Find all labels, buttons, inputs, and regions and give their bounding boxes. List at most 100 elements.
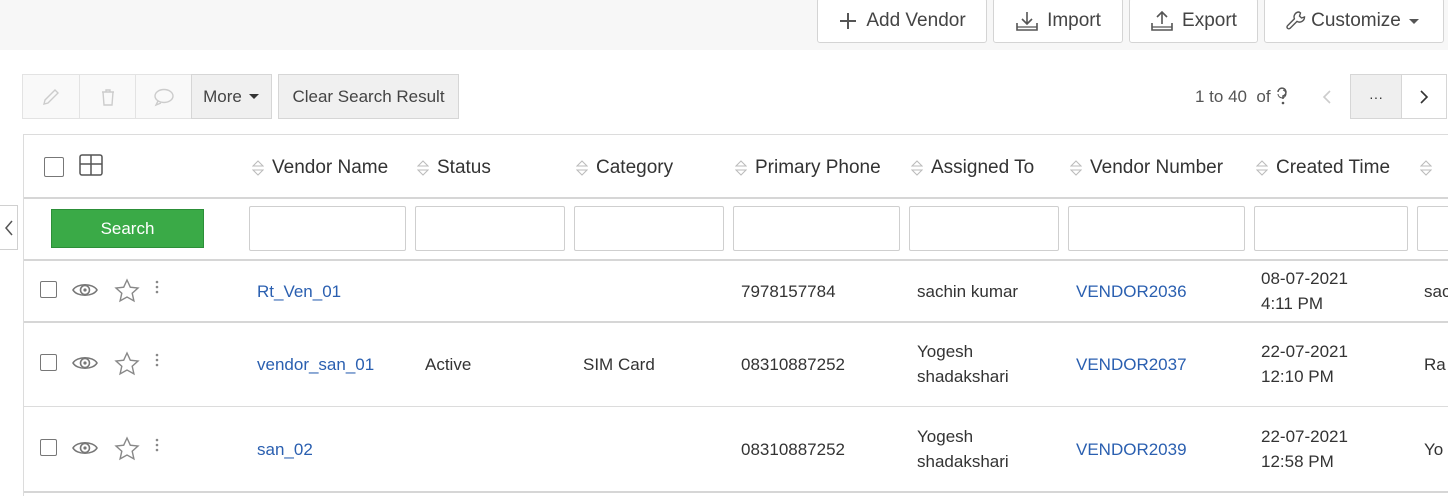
filter-vendor-name-input[interactable] (249, 206, 406, 251)
select-all-checkbox[interactable] (44, 157, 64, 177)
clear-search-result-button[interactable]: Clear Search Result (278, 74, 459, 119)
sort-icon (1256, 160, 1268, 176)
customize-button[interactable]: Customize (1264, 0, 1444, 43)
sort-icon (1070, 160, 1082, 176)
eye-icon[interactable] (71, 437, 99, 459)
star-icon[interactable] (114, 351, 140, 377)
row-checkbox[interactable] (40, 439, 57, 456)
vendor-name-link[interactable]: vendor_san_01 (257, 352, 374, 377)
phone-cell: 08310887252 (741, 355, 846, 374)
sort-icon (1420, 160, 1432, 176)
column-header-category[interactable]: Category (576, 153, 673, 183)
column-header-primary-phone[interactable]: Primary Phone (735, 153, 881, 183)
import-icon (1016, 11, 1038, 31)
pagination-text: 1 to 40 of (1195, 86, 1289, 107)
eye-icon[interactable] (71, 352, 99, 374)
more-button[interactable]: More (191, 74, 272, 119)
created-date-cell: 22-07-2021 (1261, 342, 1348, 361)
export-label: Export (1182, 9, 1237, 31)
vendor-number-link[interactable]: VENDOR2037 (1076, 352, 1187, 377)
next-page-button[interactable] (1401, 74, 1447, 119)
chevron-left-icon (4, 220, 13, 235)
add-vendor-button[interactable]: Add Vendor (817, 0, 987, 43)
clear-search-label: Clear Search Result (292, 86, 445, 106)
column-header-vendor-number[interactable]: Vendor Number (1070, 153, 1223, 183)
trash-icon (101, 88, 114, 106)
eye-icon[interactable] (71, 279, 99, 301)
comment-icon (153, 88, 174, 106)
column-header-vendor-name[interactable]: Vendor Name (252, 153, 388, 183)
column-layout-icon[interactable] (79, 154, 103, 176)
export-icon (1151, 10, 1173, 31)
sort-icon (252, 160, 264, 176)
more-options-icon[interactable] (153, 280, 161, 296)
chevron-right-icon (1420, 89, 1429, 104)
top-bar: Add Vendor Import Export Customize (0, 0, 1448, 50)
chevron-left-icon (1322, 89, 1331, 104)
edit-button[interactable] (22, 74, 80, 119)
sort-icon (576, 160, 588, 176)
delete-button[interactable] (79, 74, 136, 119)
record-count-icon[interactable] (1275, 86, 1289, 106)
pagination-more-label: ··· (1369, 88, 1383, 105)
column-header-status[interactable]: Status (417, 153, 491, 183)
extra-cell: Ra (1424, 355, 1446, 374)
vendor-number-link[interactable]: VENDOR2039 (1076, 437, 1187, 462)
pencil-icon (43, 88, 59, 105)
import-label: Import (1047, 9, 1101, 31)
wrench-icon (1286, 10, 1306, 29)
row-checkbox[interactable] (40, 354, 57, 371)
assigned-to-cell-line2: shadakshari (917, 452, 1009, 471)
assigned-to-cell: Yogesh (917, 427, 974, 446)
star-icon[interactable] (114, 278, 140, 304)
assigned-to-cell-line2: shadakshari (917, 367, 1009, 386)
import-button[interactable]: Import (993, 0, 1123, 43)
sidebar-toggle[interactable] (0, 205, 18, 250)
vendor-number-link[interactable]: VENDOR2036 (1076, 279, 1187, 304)
category-cell: SIM Card (583, 355, 655, 374)
more-options-icon[interactable] (153, 438, 161, 454)
created-time-cell: 4:11 PM (1261, 294, 1324, 313)
plus-icon (840, 12, 857, 29)
filter-created-time-input[interactable] (1254, 206, 1408, 251)
phone-cell: 08310887252 (741, 440, 846, 459)
star-icon[interactable] (114, 436, 140, 462)
sort-icon (911, 160, 923, 176)
vendor-name-link[interactable]: Rt_Ven_01 (257, 279, 341, 304)
assigned-to-cell: sachin kumar (917, 282, 1019, 301)
sort-icon (735, 160, 747, 176)
extra-cell: sac (1424, 282, 1448, 301)
column-header-created-time[interactable]: Created Time (1256, 153, 1390, 183)
column-header-extra[interactable] (1420, 153, 1432, 183)
assigned-to-cell: Yogesh (917, 342, 974, 361)
filter-vendor-number-input[interactable] (1068, 206, 1245, 251)
sort-icon (417, 160, 429, 176)
phone-cell: 7978157784 (741, 282, 836, 301)
created-time-cell: 12:58 PM (1261, 452, 1334, 471)
filter-primary-phone-input[interactable] (733, 206, 900, 251)
search-button[interactable]: Search (51, 209, 204, 248)
column-header-assigned-to[interactable]: Assigned To (911, 153, 1034, 183)
pagination-more-button[interactable]: ··· (1350, 74, 1402, 119)
more-options-icon[interactable] (153, 353, 161, 369)
filter-extra-input[interactable] (1417, 206, 1448, 251)
row-checkbox[interactable] (40, 281, 57, 298)
customize-label: Customize (1311, 9, 1401, 31)
add-vendor-label: Add Vendor (866, 9, 966, 31)
filter-category-input[interactable] (574, 206, 724, 251)
created-date-cell: 22-07-2021 (1261, 427, 1348, 446)
created-date-cell: 08-07-2021 (1261, 269, 1348, 288)
vendors-table: Vendor Name Status Category Primary Phon… (23, 134, 1448, 496)
created-time-cell: 12:10 PM (1261, 367, 1334, 386)
caret-down-icon (1408, 18, 1419, 24)
previous-page-button[interactable] (1303, 74, 1351, 119)
status-cell: Active (425, 355, 472, 374)
caret-down-icon (248, 93, 259, 99)
vendor-name-link[interactable]: san_02 (257, 437, 313, 462)
filter-assigned-to-input[interactable] (909, 206, 1059, 251)
comment-button[interactable] (135, 74, 192, 119)
more-label: More (203, 86, 242, 106)
extra-cell: Yo (1424, 440, 1444, 459)
filter-status-input[interactable] (415, 206, 565, 251)
export-button[interactable]: Export (1129, 0, 1258, 43)
